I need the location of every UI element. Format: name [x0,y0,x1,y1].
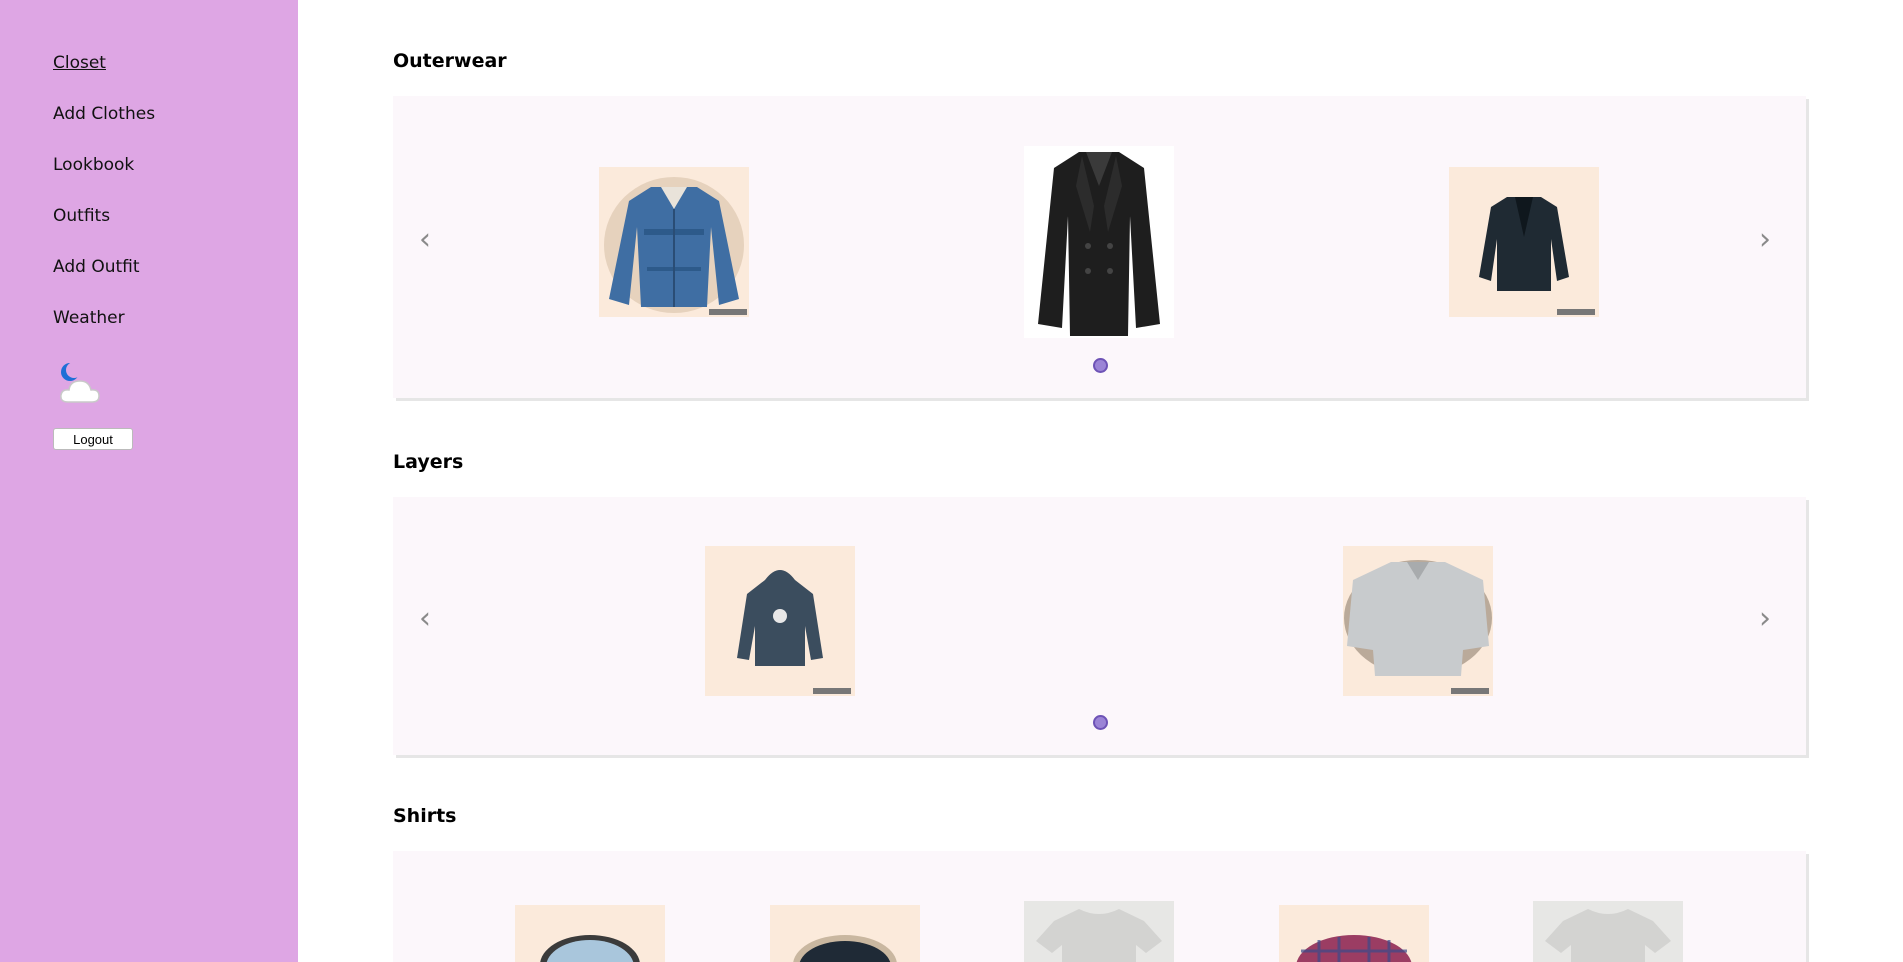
carousel-page-dot[interactable] [1093,358,1108,373]
nav-outfits[interactable]: Outfits [53,206,110,226]
carousel-outerwear: ‹ › [393,96,1806,398]
carousel-shirts [393,851,1806,962]
nav-lookbook[interactable]: Lookbook [53,155,134,175]
section-title-layers: Layers [393,451,464,473]
clothing-item-white-tshirt[interactable] [1024,901,1174,962]
section-title-outerwear: Outerwear [393,50,507,72]
carousel-prev-arrow[interactable]: ‹ [419,604,431,634]
clothing-item-white-tshirt[interactable] [1533,901,1683,962]
carousel-layers: ‹ › [393,497,1806,755]
nav-add-clothes[interactable]: Add Clothes [53,104,155,124]
carousel-next-arrow[interactable]: › [1759,225,1771,255]
sidebar: Closet Add Clothes Lookbook Outfits Add … [0,0,298,962]
carousel-prev-arrow[interactable]: ‹ [419,225,431,255]
nav-closet[interactable]: Closet [53,53,106,73]
clothing-item-denim-jacket[interactable] [599,167,749,317]
clothing-item-grey-sweater[interactable] [1343,546,1493,696]
moon-cloud-icon [58,360,114,408]
closet-main: Outerwear ‹ › Layers ‹ › Shirts [298,0,1903,962]
logout-button[interactable]: Logout [53,428,133,450]
clothing-item-light-blue-shirt[interactable] [515,905,665,962]
clothing-item-navy-top[interactable] [770,905,920,962]
clothing-item-plaid-shirt[interactable] [1279,905,1429,962]
carousel-page-dot[interactable] [1093,715,1108,730]
section-title-shirts: Shirts [393,805,457,827]
clothing-item-navy-hoodie[interactable] [705,546,855,696]
nav-add-outfit[interactable]: Add Outfit [53,257,140,277]
carousel-next-arrow[interactable]: › [1759,604,1771,634]
clothing-item-dark-cardigan[interactable] [1449,167,1599,317]
nav-weather[interactable]: Weather [53,308,125,328]
clothing-item-black-peacoat[interactable] [1024,146,1174,338]
